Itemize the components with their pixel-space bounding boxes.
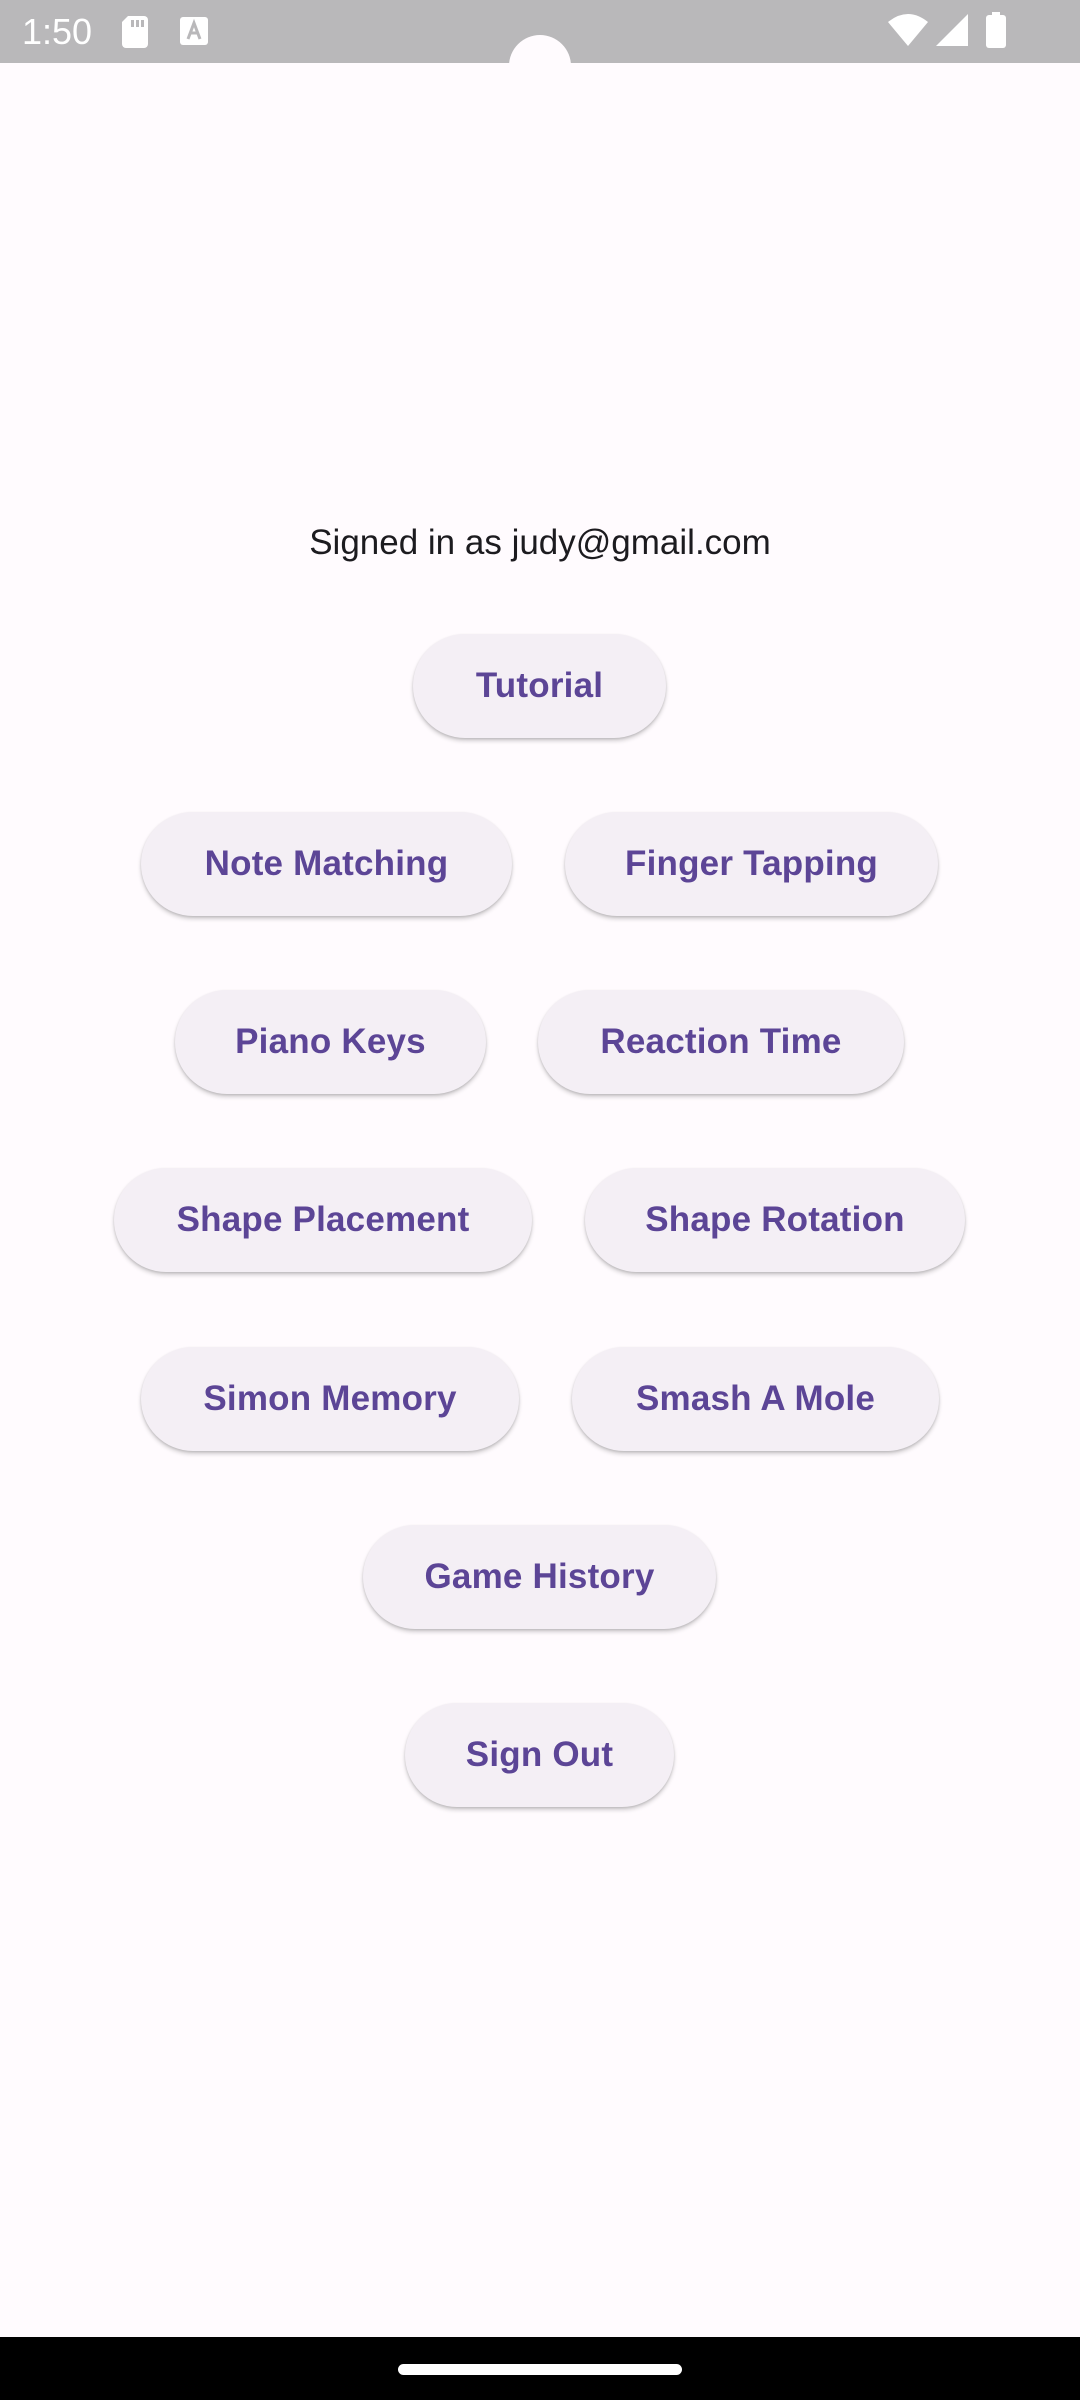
sign-out-button[interactable]: Sign Out xyxy=(405,1703,674,1807)
sd-card-icon xyxy=(122,16,148,53)
note-matching-button[interactable]: Note Matching xyxy=(141,812,512,916)
home-gesture-handle[interactable] xyxy=(398,2364,682,2375)
finger-tapping-button[interactable]: Finger Tapping xyxy=(565,812,938,916)
piano-keys-button[interactable]: Piano Keys xyxy=(175,990,486,1094)
navigation-bar xyxy=(0,2337,1080,2400)
game-history-button[interactable]: Game History xyxy=(363,1525,716,1629)
wifi-icon xyxy=(888,14,928,51)
simon-memory-button[interactable]: Simon Memory xyxy=(141,1347,519,1451)
tutorial-button[interactable]: Tutorial xyxy=(413,634,666,738)
shape-rotation-button[interactable]: Shape Rotation xyxy=(585,1168,965,1272)
shape-placement-button[interactable]: Shape Placement xyxy=(114,1168,532,1272)
battery-icon xyxy=(986,12,1006,53)
smash-a-mole-button[interactable]: Smash A Mole xyxy=(572,1347,939,1451)
reaction-time-button[interactable]: Reaction Time xyxy=(538,990,904,1094)
signal-icon xyxy=(936,14,968,51)
camera-cutout xyxy=(509,35,571,97)
a-icon xyxy=(180,17,208,50)
signed-in-text: Signed in as judy@gmail.com xyxy=(309,523,771,562)
status-time: 1:50 xyxy=(22,11,93,52)
